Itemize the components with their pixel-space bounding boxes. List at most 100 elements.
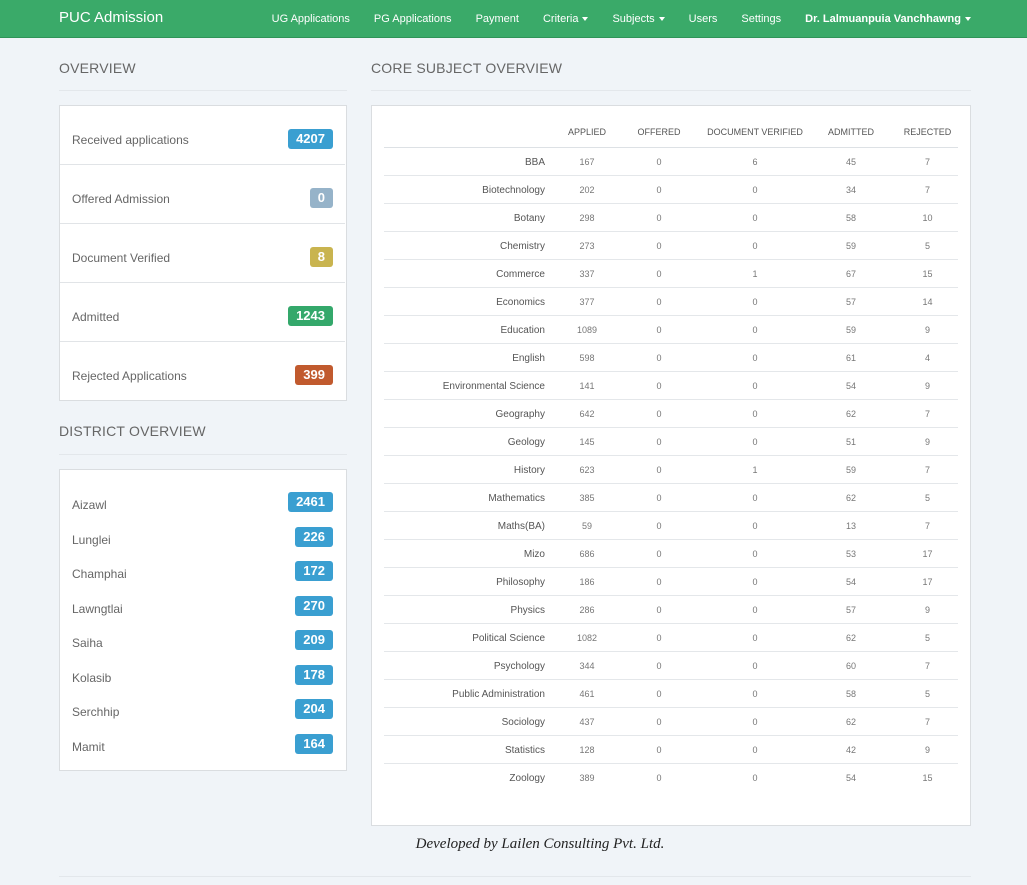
- admitted-cell: 61: [805, 343, 897, 372]
- district-item-saiha: Saiha 209: [60, 608, 345, 650]
- applied-cell: 642: [561, 399, 613, 428]
- admitted-cell: 57: [805, 287, 897, 316]
- offered-cell: 0: [613, 371, 705, 400]
- header-offered[interactable]: OFFERED: [613, 122, 705, 148]
- applied-cell: 141: [561, 371, 613, 400]
- overview-label: Offered Admission: [72, 192, 170, 206]
- subject-name-cell: Biotechnology: [384, 175, 561, 204]
- verified-cell: 0: [705, 315, 805, 344]
- nav-users[interactable]: Users: [689, 0, 718, 38]
- admitted-cell: 59: [805, 231, 897, 260]
- subject-name-cell: Botany: [384, 203, 561, 232]
- header-rejected[interactable]: REJECTED: [897, 122, 958, 148]
- subject-name-cell: Chemistry: [384, 231, 561, 260]
- subject-name-cell: Economics: [384, 287, 561, 316]
- overview-item-offered: Offered Admission 0: [60, 165, 345, 224]
- rejected-cell: 9: [897, 595, 958, 624]
- table-header-row: APPLIED OFFERED DOCUMENT VERIFIED ADMITT…: [384, 122, 958, 148]
- offered-cell: 0: [613, 315, 705, 344]
- verified-cell: 0: [705, 707, 805, 736]
- header-document-verified[interactable]: DOCUMENT VERIFIED: [705, 122, 805, 148]
- rejected-cell: 14: [897, 287, 958, 316]
- subject-name-cell: Physics: [384, 595, 561, 624]
- nav-label: Settings: [741, 13, 782, 25]
- nav-label: Payment: [475, 13, 519, 25]
- admitted-cell: 42: [805, 735, 897, 764]
- table-row: Economics 377 0 0 57 14: [384, 287, 958, 316]
- applied-cell: 128: [561, 735, 613, 764]
- user-menu-dropdown[interactable]: Dr. Lalmuanpuia Vanchhawng: [805, 0, 971, 38]
- admitted-cell: 62: [805, 707, 897, 736]
- applied-cell: 389: [579, 773, 595, 784]
- count-badge: 164: [295, 733, 333, 754]
- rejected-cell: 7: [897, 455, 958, 484]
- nav-settings[interactable]: Settings: [741, 0, 781, 38]
- offered-cell: 0: [613, 287, 705, 316]
- nav-ug-applications[interactable]: UG Applications: [272, 0, 350, 38]
- overview-label: Rejected Applications: [72, 369, 187, 383]
- nav-subjects-dropdown[interactable]: Subjects: [612, 0, 665, 38]
- offered-cell: 0: [613, 595, 705, 624]
- applied-cell: 623: [561, 455, 613, 484]
- rejected-cell: 15: [922, 773, 933, 784]
- rejected-cell: 9: [897, 371, 958, 400]
- admitted-cell: 53: [805, 539, 897, 568]
- offered-cell: 0: [613, 427, 705, 456]
- admitted-cell: 34: [805, 175, 897, 204]
- offered-cell: 0: [613, 735, 705, 764]
- overview-label: Admitted: [72, 310, 120, 324]
- offered-cell: 0: [613, 455, 705, 484]
- district-divider: [59, 454, 347, 455]
- subject-name-cell: Zoology: [509, 772, 545, 784]
- applied-cell: 273: [561, 231, 613, 260]
- verified-cell: 0: [705, 651, 805, 680]
- district-overview-title: DISTRICT OVERVIEW: [59, 423, 206, 439]
- table-row: English 598 0 0 61 4: [384, 343, 958, 372]
- admitted-cell: 13: [805, 511, 897, 540]
- verified-cell: 0: [705, 371, 805, 400]
- header-admitted[interactable]: ADMITTED: [805, 122, 897, 148]
- nav-payment[interactable]: Payment: [476, 0, 519, 38]
- applied-cell: 1082: [561, 623, 613, 652]
- verified-cell: 0: [705, 231, 805, 260]
- offered-cell: 0: [613, 679, 705, 708]
- rejected-cell: 5: [897, 483, 958, 512]
- admitted-cell: 54: [805, 371, 897, 400]
- admitted-cell: 51: [805, 427, 897, 456]
- brand-link[interactable]: PUC Admission: [59, 9, 163, 26]
- header-applied[interactable]: APPLIED: [561, 122, 613, 148]
- subject-name-cell: Mathematics: [384, 483, 561, 512]
- offered-cell: 0: [613, 231, 705, 260]
- offered-cell: 0: [613, 259, 705, 288]
- district-item-serchhip: Serchhip 204: [60, 677, 345, 719]
- district-item-mamit: Mamit 164: [60, 712, 345, 754]
- rejected-cell: 17: [897, 539, 958, 568]
- offered-cell: 0: [613, 175, 705, 204]
- verified-cell: 0: [705, 399, 805, 428]
- subject-name-cell: Commerce: [384, 259, 561, 288]
- overview-label: Received applications: [72, 133, 189, 147]
- applied-cell: 1089: [561, 315, 613, 344]
- verified-cell: 0: [752, 773, 758, 784]
- footer-credit: Developed by Lailen Consulting Pvt. Ltd.: [415, 836, 665, 852]
- nav-label: Users: [688, 13, 718, 25]
- user-name: Dr. Lalmuanpuia Vanchhawng: [805, 13, 961, 25]
- table-row: Commerce 337 0 1 67 15: [384, 259, 958, 288]
- rejected-cell: 7: [897, 175, 958, 204]
- subject-name-cell: History: [384, 455, 561, 484]
- applied-cell: 344: [561, 651, 613, 680]
- district-item-aizawl: Aizawl 2461: [60, 470, 345, 512]
- subject-name-cell: Maths(BA): [384, 511, 561, 540]
- overview-item-rejected: Rejected Applications 399: [60, 342, 345, 401]
- nav-pg-applications[interactable]: PG Applications: [374, 0, 452, 38]
- nav-criteria-dropdown[interactable]: Criteria: [543, 0, 589, 38]
- admitted-cell: 62: [805, 483, 897, 512]
- subject-name-cell: Education: [384, 315, 561, 344]
- rejected-cell: 5: [897, 231, 958, 260]
- verified-cell: 0: [705, 567, 805, 596]
- rejected-cell: 5: [897, 679, 958, 708]
- table-row: Botany 298 0 0 58 10: [384, 203, 958, 232]
- count-badge: 8: [309, 247, 333, 267]
- table-row: Sociology 437 0 0 62 7: [384, 707, 958, 736]
- subject-name-cell: Public Administration: [384, 679, 561, 708]
